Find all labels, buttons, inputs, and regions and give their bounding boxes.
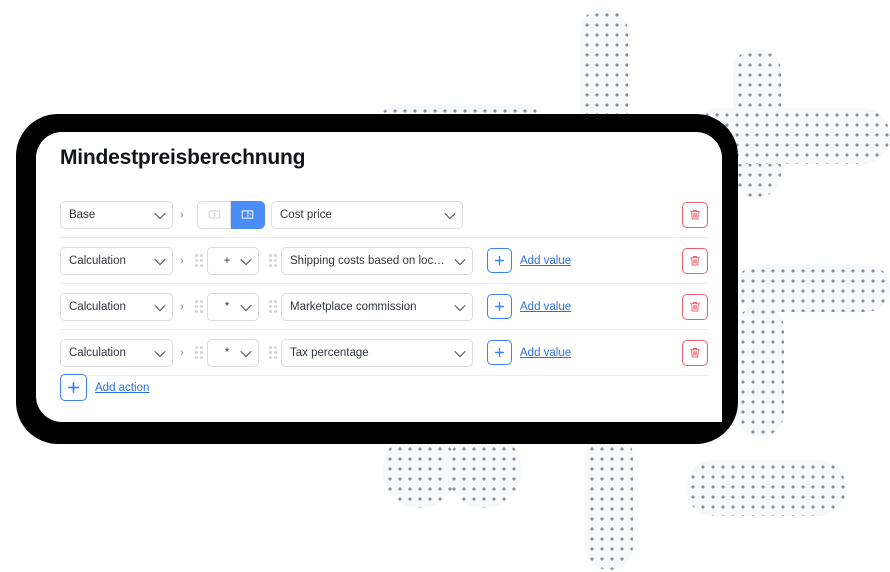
add-value-link[interactable]: Add value	[520, 255, 571, 267]
drag-handle-icon[interactable]	[191, 299, 207, 315]
row-operator-select[interactable]: *	[207, 338, 259, 367]
select-mode-button[interactable]	[231, 200, 265, 229]
add-value-button[interactable]	[487, 340, 512, 365]
add-value-link[interactable]: Add value	[520, 347, 571, 359]
drag-handle-icon[interactable]	[265, 253, 281, 269]
row-value-text: Cost price	[280, 208, 332, 221]
row-type-select[interactable]: Calculation	[60, 292, 173, 321]
trash-icon	[689, 255, 701, 266]
select-dropdown-icon	[241, 210, 254, 219]
drag-handle-icon[interactable]	[265, 345, 281, 361]
deco-shape-top-right-v	[733, 48, 781, 198]
text-input-mode-button[interactable]	[197, 200, 231, 229]
deco-shape-right-v	[736, 305, 784, 437]
deco-shape-right-pill	[736, 264, 890, 312]
row-operator-value: +	[223, 254, 231, 267]
drag-handle-icon[interactable]	[191, 253, 207, 269]
row-operator-select[interactable]: +	[207, 246, 259, 275]
chevron-right-icon: ›	[180, 300, 184, 313]
chevron-right-icon: ›	[180, 346, 184, 359]
row-value-text: Shipping costs based on location	[290, 254, 448, 267]
minimum-price-calculation-card: Mindestpreisberechnung Base › Cost price…	[36, 132, 722, 422]
deco-shape-bottom-right-h	[686, 460, 846, 516]
row-type-value: Base	[69, 208, 96, 221]
row-type-value: Calculation	[69, 254, 126, 267]
trash-icon	[689, 301, 701, 312]
add-value-link[interactable]: Add value	[520, 301, 571, 313]
row-type-value: Calculation	[69, 300, 126, 313]
row-value-select[interactable]: Cost price	[271, 200, 463, 229]
plus-icon	[67, 381, 80, 394]
row-operator-value: *	[224, 300, 230, 313]
screenshot-root: Mindestpreisberechnung Base › Cost price…	[0, 0, 890, 572]
chevron-right-icon: ›	[180, 254, 184, 267]
plus-icon	[494, 255, 505, 266]
table-row: Calculation › * Tax percentage Add value	[60, 330, 708, 376]
row-value-select[interactable]: Shipping costs based on location	[281, 246, 473, 275]
table-row: Base › Cost price	[60, 192, 708, 238]
text-input-icon	[208, 210, 220, 219]
trash-icon	[689, 347, 701, 358]
page-title: Mindestpreisberechnung	[60, 146, 306, 169]
chevron-right-icon: ›	[180, 208, 184, 221]
table-row: Calculation › * Marketplace commission A…	[60, 284, 708, 330]
row-value-text: Marketplace commission	[290, 300, 417, 313]
drag-handle-icon[interactable]	[265, 299, 281, 315]
table-row: Calculation › + Shipping costs based on …	[60, 238, 708, 284]
input-mode-toggle-group	[197, 200, 265, 229]
row-type-select[interactable]: Base	[60, 200, 173, 229]
row-value-text: Tax percentage	[290, 346, 369, 359]
delete-row-button[interactable]	[682, 293, 708, 320]
row-operator-value: *	[224, 346, 230, 359]
drag-handle-icon[interactable]	[191, 345, 207, 361]
add-value-button[interactable]	[487, 294, 512, 319]
row-type-select[interactable]: Calculation	[60, 338, 173, 367]
deco-shape-bottom-mid-v	[585, 432, 633, 570]
row-operator-select[interactable]: *	[207, 292, 259, 321]
row-value-select[interactable]: Tax percentage	[281, 338, 473, 367]
trash-icon	[689, 209, 701, 220]
delete-row-button[interactable]	[682, 339, 708, 366]
delete-row-button[interactable]	[682, 247, 708, 274]
row-value-select[interactable]: Marketplace commission	[281, 292, 473, 321]
plus-icon	[494, 301, 505, 312]
add-action-row: Add action	[60, 374, 149, 401]
add-action-link[interactable]: Add action	[95, 382, 149, 394]
row-type-value: Calculation	[69, 346, 126, 359]
row-type-select[interactable]: Calculation	[60, 246, 173, 275]
add-value-button[interactable]	[487, 248, 512, 273]
delete-row-button[interactable]	[682, 201, 708, 228]
plus-icon	[494, 347, 505, 358]
add-action-button[interactable]	[60, 374, 87, 401]
rule-rows-list: Base › Cost price Calculation › + Shippi…	[60, 192, 708, 376]
